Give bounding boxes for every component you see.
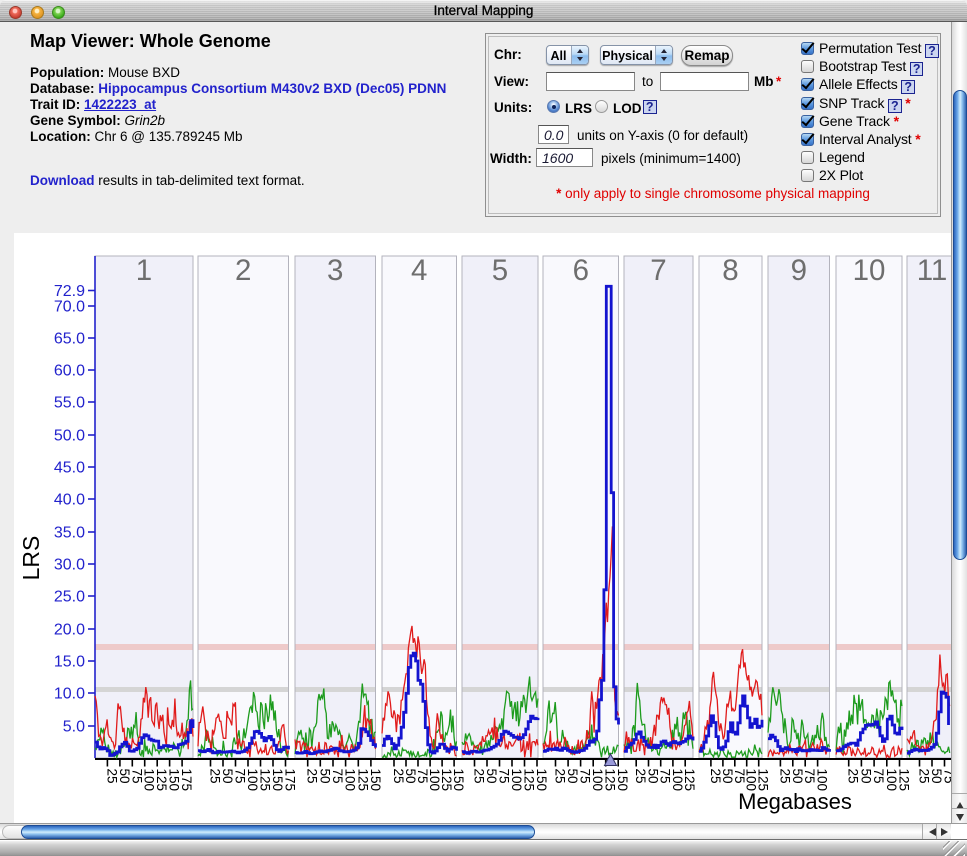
svg-text:150: 150 xyxy=(615,769,630,792)
svg-text:35.0: 35.0 xyxy=(54,525,85,542)
svg-text:40.0: 40.0 xyxy=(54,492,85,509)
svg-text:15.0: 15.0 xyxy=(54,654,85,671)
svg-text:55.0: 55.0 xyxy=(54,395,85,412)
svg-text:150: 150 xyxy=(534,769,549,792)
svg-text:4: 4 xyxy=(411,254,427,287)
svg-text:45.0: 45.0 xyxy=(54,460,85,477)
svg-text:20.0: 20.0 xyxy=(54,622,85,639)
svg-text:LRS: LRS xyxy=(18,536,44,581)
svg-text:30.0: 30.0 xyxy=(54,557,85,574)
svg-text:150: 150 xyxy=(451,769,466,792)
svg-text:65.0: 65.0 xyxy=(54,331,85,348)
svg-text:175: 175 xyxy=(283,769,298,792)
svg-text:125: 125 xyxy=(897,769,912,792)
svg-text:100: 100 xyxy=(815,769,830,792)
svg-text:2: 2 xyxy=(235,254,251,287)
svg-text:5.0: 5.0 xyxy=(63,719,85,736)
svg-text:50.0: 50.0 xyxy=(54,428,85,445)
svg-text:125: 125 xyxy=(682,769,697,792)
svg-text:5: 5 xyxy=(492,254,508,287)
svg-text:Megabases: Megabases xyxy=(738,789,852,814)
svg-text:9: 9 xyxy=(791,254,807,287)
svg-text:10.0: 10.0 xyxy=(54,686,85,703)
svg-text:72.9: 72.9 xyxy=(54,283,85,300)
svg-text:70.0: 70.0 xyxy=(54,299,85,316)
svg-text:10: 10 xyxy=(853,254,886,287)
svg-text:150: 150 xyxy=(368,769,383,792)
svg-text:125: 125 xyxy=(756,769,771,792)
svg-text:1: 1 xyxy=(136,254,152,287)
svg-text:175: 175 xyxy=(179,769,194,792)
svg-text:8: 8 xyxy=(722,254,738,287)
svg-text:3: 3 xyxy=(327,254,343,287)
svg-text:7: 7 xyxy=(650,254,666,287)
svg-text:11: 11 xyxy=(917,254,948,287)
svg-text:6: 6 xyxy=(573,254,589,287)
svg-text:25.0: 25.0 xyxy=(54,589,85,606)
svg-text:60.0: 60.0 xyxy=(54,363,85,380)
